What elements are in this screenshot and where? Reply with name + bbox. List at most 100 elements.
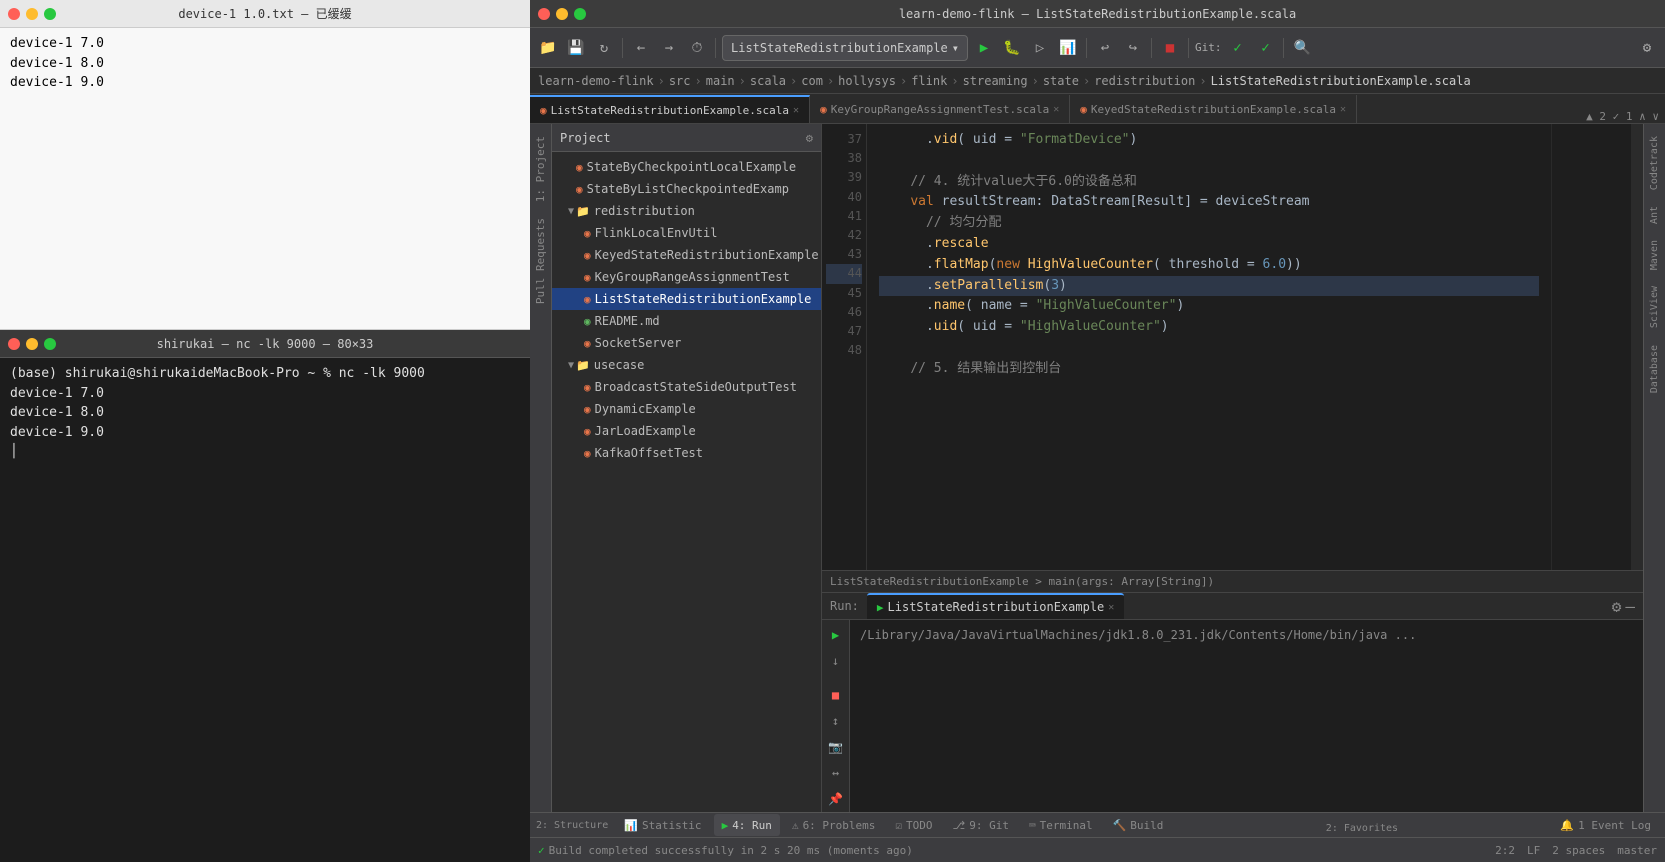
maximize-button-2[interactable] bbox=[44, 338, 56, 350]
code-text[interactable]: .vid( uid = "FormatDevice") // 4. 统计valu… bbox=[867, 124, 1551, 570]
bottom-tab-build[interactable]: 🔨 Build bbox=[1105, 814, 1172, 836]
tab-close-3[interactable]: ✕ bbox=[1340, 104, 1346, 115]
bottom-tab-git[interactable]: ⎇ 9: Git bbox=[945, 814, 1017, 836]
bottom-tab-event-log[interactable]: 🔔 1 Event Log bbox=[1552, 814, 1659, 836]
close-button[interactable] bbox=[8, 8, 20, 20]
breadcrumb-scala[interactable]: scala bbox=[750, 74, 786, 88]
run-stop-button[interactable]: ■ bbox=[825, 684, 847, 706]
tree-item-key-group[interactable]: ◉ KeyGroupRangeAssignmentTest bbox=[552, 266, 821, 288]
tree-item-flink-local[interactable]: ◉ FlinkLocalEnvUtil bbox=[552, 222, 821, 244]
right-tab-maven[interactable]: Maven bbox=[1646, 232, 1663, 278]
tab-key-group[interactable]: ◉ KeyGroupRangeAssignmentTest.scala ✕ bbox=[810, 95, 1070, 123]
right-tab-sciview[interactable]: SciView bbox=[1646, 278, 1663, 336]
recent-files-button[interactable]: ⏱ bbox=[685, 36, 709, 60]
gear-icon[interactable]: ⚙ bbox=[806, 131, 813, 145]
tree-item-keyed-state[interactable]: ◉ KeyedStateRedistributionExample bbox=[552, 244, 821, 266]
git-check-button[interactable]: ✓ bbox=[1225, 36, 1249, 60]
run-config-dropdown[interactable]: ListStateRedistributionExample ▾ bbox=[722, 35, 968, 61]
maximize-button[interactable] bbox=[44, 8, 56, 20]
line-num-39: 39 bbox=[826, 168, 862, 187]
tab-list-state[interactable]: ◉ ListStateRedistributionExample.scala ✕ bbox=[530, 95, 810, 123]
branch-indicator[interactable]: master bbox=[1617, 844, 1657, 857]
breadcrumb-main[interactable]: main bbox=[706, 74, 735, 88]
tab-close-1[interactable]: ✕ bbox=[793, 105, 799, 116]
tree-item-dynamic[interactable]: ◉ DynamicExample bbox=[552, 398, 821, 420]
right-tab-database[interactable]: Database bbox=[1646, 337, 1663, 401]
breadcrumb-com[interactable]: com bbox=[801, 74, 823, 88]
run-tab-close[interactable]: ✕ bbox=[1108, 602, 1114, 613]
structure-side-tab[interactable]: 2: Structure bbox=[536, 820, 608, 831]
ide-minimize-button[interactable] bbox=[556, 8, 568, 20]
save-button[interactable]: 💾 bbox=[564, 36, 588, 60]
side-tab-pull-requests[interactable]: Pull Requests bbox=[531, 210, 550, 312]
side-tab-project[interactable]: 1: Project bbox=[531, 128, 550, 210]
right-tab-ant[interactable]: Ant bbox=[1646, 198, 1663, 232]
line-num-44: 44 bbox=[826, 264, 862, 283]
encoding-indicator[interactable]: LF bbox=[1527, 844, 1540, 857]
breadcrumb-redistribution[interactable]: redistribution bbox=[1094, 74, 1195, 88]
tree-item-jar-load[interactable]: ◉ JarLoadExample bbox=[552, 420, 821, 442]
stop-button[interactable]: ■ bbox=[1158, 36, 1182, 60]
breadcrumb-hollysys[interactable]: hollysys bbox=[838, 74, 896, 88]
minimize-button-2[interactable] bbox=[26, 338, 38, 350]
git-mark-button[interactable]: ✓ bbox=[1253, 36, 1277, 60]
tree-item-usecase-folder[interactable]: ▼ 📁 usecase bbox=[552, 354, 821, 376]
tree-item-socket-server[interactable]: ◉ SocketServer bbox=[552, 332, 821, 354]
run-pin-btn[interactable]: 📌 bbox=[825, 788, 847, 810]
run-scroll-down-button[interactable]: ↓ bbox=[825, 650, 847, 672]
terminal-bottom-content[interactable]: (base) shirukai@shirukaideMacBook-Pro ~ … bbox=[0, 358, 530, 862]
run-button[interactable]: ▶ bbox=[972, 36, 996, 60]
bottom-tab-terminal[interactable]: ⌨ Terminal bbox=[1021, 814, 1101, 836]
profile-button[interactable]: 📊 bbox=[1056, 36, 1080, 60]
tree-item-broadcast[interactable]: ◉ BroadcastStateSideOutputTest bbox=[552, 376, 821, 398]
tree-item-redistribution-folder[interactable]: ▼ 📁 redistribution bbox=[552, 200, 821, 222]
tab-keyed-state[interactable]: ◉ KeyedStateRedistributionExample.scala … bbox=[1070, 95, 1357, 123]
ide-panel: learn-demo-flink – ListStateRedistributi… bbox=[530, 0, 1665, 862]
tree-item-state-by-checkpoint[interactable]: ◉ StateByCheckpointLocalExample bbox=[552, 156, 821, 178]
breadcrumb-flink[interactable]: flink bbox=[911, 74, 947, 88]
run-tab-main[interactable]: ▶ ListStateRedistributionExample ✕ bbox=[867, 593, 1124, 619]
redo-button[interactable]: ↪ bbox=[1121, 36, 1145, 60]
bottom-tab-todo[interactable]: ☑ TODO bbox=[887, 814, 940, 836]
open-folder-button[interactable]: 📁 bbox=[536, 36, 560, 60]
bottom-tab-run[interactable]: ▶ 4: Run bbox=[714, 814, 780, 836]
ide-maximize-button[interactable] bbox=[574, 8, 586, 20]
breadcrumb-learn-demo[interactable]: learn-demo-flink bbox=[538, 74, 654, 88]
tree-item-state-by-list[interactable]: ◉ StateByListCheckpointedExamp bbox=[552, 178, 821, 200]
code-scrollbar[interactable] bbox=[1631, 124, 1643, 570]
run-bottom-label: 4: Run bbox=[732, 819, 772, 832]
code-editor[interactable]: 37 38 39 40 41 42 43 44 45 46 47 48 bbox=[822, 124, 1643, 592]
indent-indicator[interactable]: 2 spaces bbox=[1552, 844, 1605, 857]
breadcrumb-streaming[interactable]: streaming bbox=[963, 74, 1028, 88]
back-button[interactable]: ← bbox=[629, 36, 653, 60]
close-button-2[interactable] bbox=[8, 338, 20, 350]
run-settings-icon[interactable]: ⚙ bbox=[1612, 597, 1622, 616]
coverage-button[interactable]: ▷ bbox=[1028, 36, 1052, 60]
run-minimize-icon[interactable]: — bbox=[1625, 597, 1635, 616]
run-restart-button[interactable]: ▶ bbox=[825, 624, 847, 646]
bottom-tab-statistic[interactable]: 📊 Statistic bbox=[616, 814, 709, 836]
breadcrumb-file[interactable]: ListStateRedistributionExample.scala bbox=[1211, 74, 1471, 88]
terminal-top-content[interactable]: device-1 7.0 device-1 8.0 device-1 9.0 bbox=[0, 28, 530, 329]
debug-button[interactable]: 🐛 bbox=[1000, 36, 1024, 60]
run-scroll-btn[interactable]: ↕ bbox=[825, 710, 847, 732]
tree-item-kafka-offset[interactable]: ◉ KafkaOffsetTest bbox=[552, 442, 821, 464]
sync-button[interactable]: ↻ bbox=[592, 36, 616, 60]
tab-close-2[interactable]: ✕ bbox=[1053, 104, 1059, 115]
settings-button[interactable]: ⚙ bbox=[1635, 36, 1659, 60]
right-tab-codetrack[interactable]: Codetrack bbox=[1646, 128, 1663, 198]
line-col-indicator[interactable]: 2:2 bbox=[1495, 844, 1515, 857]
run-screenshot-btn[interactable]: 📷 bbox=[825, 736, 847, 758]
forward-button[interactable]: → bbox=[657, 36, 681, 60]
favorites-side-tab[interactable]: 2: Favorites bbox=[1326, 823, 1398, 834]
breadcrumb-src[interactable]: src bbox=[669, 74, 691, 88]
tree-item-list-state[interactable]: ◉ ListStateRedistributionExample bbox=[552, 288, 821, 310]
ide-close-button[interactable] bbox=[538, 8, 550, 20]
tree-item-readme[interactable]: ◉ README.md bbox=[552, 310, 821, 332]
search-everywhere-button[interactable]: 🔍 bbox=[1290, 36, 1314, 60]
undo-button[interactable]: ↩ bbox=[1093, 36, 1117, 60]
minimize-button[interactable] bbox=[26, 8, 38, 20]
run-wrap-btn[interactable]: ↔ bbox=[825, 762, 847, 784]
breadcrumb-state[interactable]: state bbox=[1043, 74, 1079, 88]
bottom-tab-problems[interactable]: ⚠ 6: Problems bbox=[784, 814, 883, 836]
